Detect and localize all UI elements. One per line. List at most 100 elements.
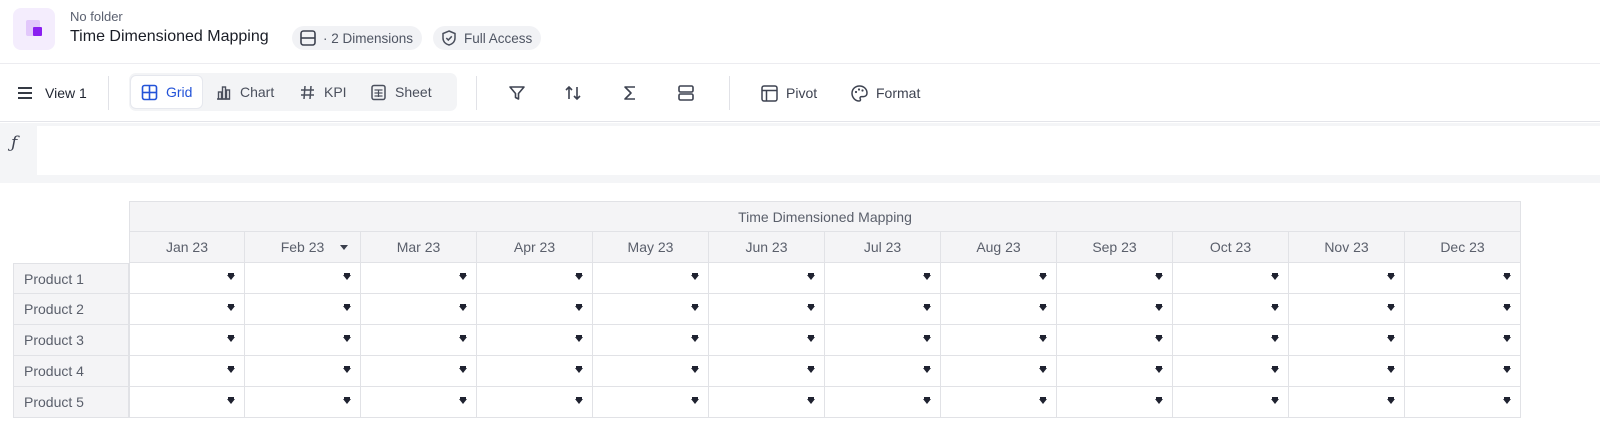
grid-cell[interactable] xyxy=(245,294,361,325)
grid-cell[interactable] xyxy=(1289,325,1405,356)
dropdown-caret-icon[interactable] xyxy=(1039,273,1047,280)
group-button[interactable] xyxy=(672,79,700,107)
dropdown-caret-icon[interactable] xyxy=(807,397,815,404)
grid-cell[interactable] xyxy=(941,294,1057,325)
dropdown-caret-icon[interactable] xyxy=(343,335,351,342)
grid-cell[interactable] xyxy=(1289,356,1405,387)
pivot-button[interactable]: Pivot xyxy=(760,64,817,122)
grid-cell[interactable] xyxy=(1173,263,1289,294)
dropdown-caret-icon[interactable] xyxy=(1155,273,1163,280)
grid-cell[interactable] xyxy=(1173,356,1289,387)
dropdown-caret-icon[interactable] xyxy=(1271,397,1279,404)
tab-sheet[interactable]: Sheet xyxy=(360,76,442,108)
column-header[interactable]: Aug 23 xyxy=(941,232,1057,263)
grid-cell[interactable] xyxy=(361,356,477,387)
dropdown-caret-icon[interactable] xyxy=(1387,397,1395,404)
grid-cell[interactable] xyxy=(593,387,709,418)
grid-cell[interactable] xyxy=(1289,387,1405,418)
grid-cell[interactable] xyxy=(825,325,941,356)
grid-cell[interactable] xyxy=(1289,294,1405,325)
grid-cell[interactable] xyxy=(1057,294,1173,325)
grid-cell[interactable] xyxy=(1057,325,1173,356)
grid-cell[interactable] xyxy=(129,325,245,356)
dropdown-caret-icon[interactable] xyxy=(691,366,699,373)
dropdown-caret-icon[interactable] xyxy=(1271,335,1279,342)
dropdown-caret-icon[interactable] xyxy=(807,304,815,311)
dropdown-caret-icon[interactable] xyxy=(923,366,931,373)
dropdown-caret-icon[interactable] xyxy=(691,304,699,311)
dropdown-caret-icon[interactable] xyxy=(1503,366,1511,373)
column-header[interactable]: Dec 23 xyxy=(1405,232,1521,263)
grid-cell[interactable] xyxy=(709,325,825,356)
column-header[interactable]: May 23 xyxy=(593,232,709,263)
dropdown-caret-icon[interactable] xyxy=(1503,273,1511,280)
column-header[interactable]: Feb 23 xyxy=(245,232,361,263)
dropdown-caret-icon[interactable] xyxy=(1039,366,1047,373)
dropdown-caret-icon[interactable] xyxy=(1387,366,1395,373)
dropdown-caret-icon[interactable] xyxy=(1387,335,1395,342)
dropdown-caret-icon[interactable] xyxy=(575,273,583,280)
grid-cell[interactable] xyxy=(129,387,245,418)
access-chip[interactable]: Full Access xyxy=(433,26,542,50)
dropdown-caret-icon[interactable] xyxy=(227,366,235,373)
grid-cell[interactable] xyxy=(709,294,825,325)
view-menu-button[interactable]: View 1 xyxy=(16,64,87,122)
grid-cell[interactable] xyxy=(361,263,477,294)
grid-cell[interactable] xyxy=(1173,294,1289,325)
dropdown-caret-icon[interactable] xyxy=(1039,335,1047,342)
grid-cell[interactable] xyxy=(477,263,593,294)
dropdown-caret-icon[interactable] xyxy=(1271,304,1279,311)
grid-cell[interactable] xyxy=(477,387,593,418)
dropdown-caret-icon[interactable] xyxy=(1155,366,1163,373)
grid-cell[interactable] xyxy=(361,325,477,356)
sort-button[interactable] xyxy=(559,79,587,107)
dropdown-caret-icon[interactable] xyxy=(1503,335,1511,342)
formula-input[interactable] xyxy=(37,126,1600,175)
grid-cell[interactable] xyxy=(1405,263,1521,294)
dropdown-caret-icon[interactable] xyxy=(343,397,351,404)
tab-kpi[interactable]: KPI xyxy=(289,76,357,108)
tab-chart[interactable]: Chart xyxy=(205,76,284,108)
grid-cell[interactable] xyxy=(1405,387,1521,418)
grid-cell[interactable] xyxy=(1405,325,1521,356)
dropdown-caret-icon[interactable] xyxy=(1387,304,1395,311)
dropdown-caret-icon[interactable] xyxy=(1039,304,1047,311)
dropdown-caret-icon[interactable] xyxy=(1387,273,1395,280)
dropdown-caret-icon[interactable] xyxy=(575,335,583,342)
dropdown-caret-icon[interactable] xyxy=(459,335,467,342)
grid-cell[interactable] xyxy=(709,356,825,387)
column-header[interactable]: Mar 23 xyxy=(361,232,477,263)
grid-cell[interactable] xyxy=(477,325,593,356)
grid-cell[interactable] xyxy=(245,263,361,294)
grid-cell[interactable] xyxy=(245,325,361,356)
grid-cell[interactable] xyxy=(129,356,245,387)
dropdown-caret-icon[interactable] xyxy=(691,335,699,342)
dropdown-caret-icon[interactable] xyxy=(227,397,235,404)
grid-cell[interactable] xyxy=(1057,387,1173,418)
grid-cell[interactable] xyxy=(129,263,245,294)
grid-cell[interactable] xyxy=(709,263,825,294)
dropdown-caret-icon[interactable] xyxy=(459,273,467,280)
grid-cell[interactable] xyxy=(941,356,1057,387)
dropdown-caret-icon[interactable] xyxy=(575,397,583,404)
dropdown-caret-icon[interactable] xyxy=(1503,397,1511,404)
column-header[interactable]: Jan 23 xyxy=(129,232,245,263)
column-header[interactable]: Jun 23 xyxy=(709,232,825,263)
grid-cell[interactable] xyxy=(593,263,709,294)
dropdown-caret-icon[interactable] xyxy=(343,366,351,373)
dropdown-caret-icon[interactable] xyxy=(923,273,931,280)
grid-cell[interactable] xyxy=(1057,356,1173,387)
tab-grid[interactable]: Grid xyxy=(131,76,203,108)
grid-cell[interactable] xyxy=(709,387,825,418)
dropdown-caret-icon[interactable] xyxy=(691,273,699,280)
grid-cell[interactable] xyxy=(1173,387,1289,418)
column-header[interactable]: Nov 23 xyxy=(1289,232,1405,263)
grid-cell[interactable] xyxy=(1057,263,1173,294)
grid-cell[interactable] xyxy=(593,356,709,387)
page-title[interactable]: Time Dimensioned Mapping xyxy=(70,28,269,46)
dropdown-caret-icon[interactable] xyxy=(227,273,235,280)
grid-cell[interactable] xyxy=(361,294,477,325)
dropdown-caret-icon[interactable] xyxy=(807,366,815,373)
column-header[interactable]: Jul 23 xyxy=(825,232,941,263)
dropdown-caret-icon[interactable] xyxy=(1271,366,1279,373)
